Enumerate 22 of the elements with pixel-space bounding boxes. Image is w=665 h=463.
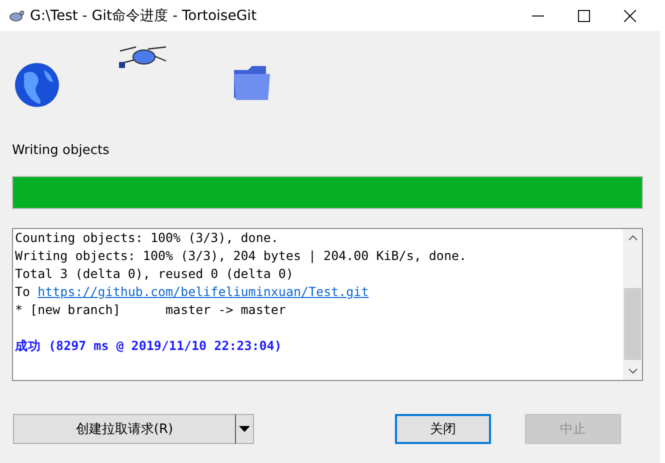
window-title: G:\Test - Git命令进度 - TortoiseGit [30,6,257,24]
log-line: Total 3 (delta 0), reused 0 (delta 0) [15,265,294,283]
success-message: 成功 (8297 ms @ 2019/11/10 22:23:04) [15,337,283,355]
globe-icon [14,62,60,108]
dialog-button[interactable]: 关闭 [395,414,491,444]
flying-turtle-icon [118,45,168,69]
turtle-icon [8,8,24,22]
scroll-up-icon[interactable] [628,235,638,241]
status-label: Writing objects [12,143,110,159]
log-line: Counting objects: 100% (3/3), done. [15,229,280,247]
caret-icon [239,426,250,432]
log-line: * [new branch] master -> master [15,301,287,319]
scroll-thumb[interactable] [624,288,641,360]
close-icon[interactable] [624,10,636,22]
maximize-icon[interactable] [578,10,590,22]
scroll-down-icon[interactable] [628,368,638,374]
log-text: To [15,284,30,299]
dropdown-button[interactable] [235,414,254,444]
log-line: Writing objects: 100% (3/3), 204 bytes | 204.00 KiB/s, done. [15,247,468,265]
create-pull-request-button[interactable]: 创建拉取请求(R) [13,414,235,444]
scrollbar[interactable] [623,229,642,380]
repository-link[interactable]: https://github.com/belifeliuminxuan/Test.git [38,284,369,299]
